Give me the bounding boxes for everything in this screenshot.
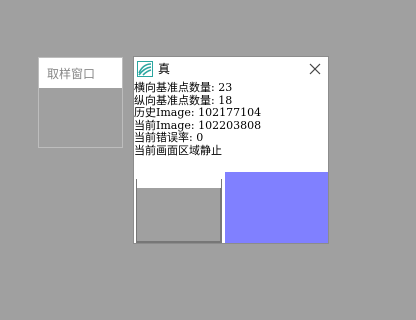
app-logo-icon	[137, 61, 153, 77]
main-window-title: 真	[158, 62, 171, 76]
close-button[interactable]	[308, 61, 322, 75]
close-icon	[309, 63, 321, 75]
current-error-rate: 当前错误率: 0	[134, 131, 204, 144]
preview-white-strip	[137, 179, 221, 188]
preview-gray-panel	[136, 179, 222, 243]
status-info-panel: 横向基准点数量: 23 纵向基准点数量: 18 历史Image: 1021771…	[134, 81, 328, 157]
preview-blue-panel	[225, 172, 328, 243]
main-window[interactable]: 真 横向基准点数量: 23 纵向基准点数量: 18 历史Image: 10217…	[133, 56, 329, 244]
sample-window[interactable]: 取样窗口	[38, 57, 123, 148]
sample-window-titlebar[interactable]: 取样窗口	[39, 58, 122, 88]
main-window-titlebar[interactable]: 真	[134, 57, 328, 81]
sample-window-title: 取样窗口	[47, 66, 96, 81]
horizontal-points-count: 横向基准点数量: 23	[134, 81, 233, 94]
screen-region-status: 当前画面区域静止	[134, 143, 222, 157]
history-image-value: 历史Image: 102177104	[134, 106, 262, 119]
